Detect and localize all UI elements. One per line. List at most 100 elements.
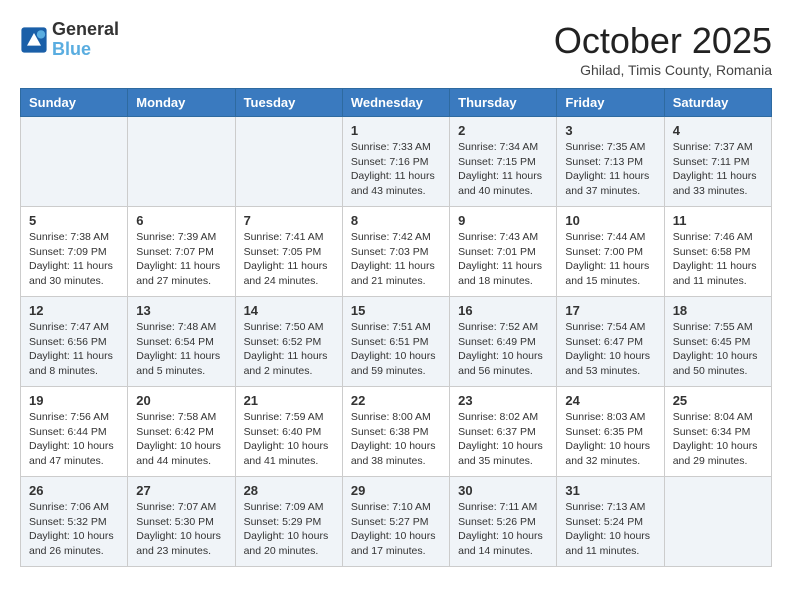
calendar-cell: 15Sunrise: 7:51 AM Sunset: 6:51 PM Dayli… bbox=[342, 297, 449, 387]
day-number: 8 bbox=[351, 213, 441, 228]
day-number: 18 bbox=[673, 303, 763, 318]
calendar-cell bbox=[235, 117, 342, 207]
logo-icon bbox=[20, 26, 48, 54]
day-number: 31 bbox=[565, 483, 655, 498]
calendar-cell: 19 Sunrise: 7:56 AM Sunset: 6:44 PM Dayli… bbox=[21, 387, 128, 477]
calendar-cell: 3Sunrise: 7:35 AM Sunset: 7:13 PM Daylig… bbox=[557, 117, 664, 207]
day-info: Sunrise: 7:55 AM Sunset: 6:45 PM Dayligh… bbox=[673, 320, 763, 379]
logo-line1: General bbox=[52, 20, 119, 40]
day-info: Sunrise: 8:00 AM Sunset: 6:38 PM Dayligh… bbox=[351, 410, 441, 469]
day-info: Sunrise: 7:06 AM Sunset: 5:32 PM Dayligh… bbox=[29, 500, 119, 559]
calendar-cell bbox=[21, 117, 128, 207]
day-number: 19 bbox=[29, 393, 119, 408]
day-number: 5 bbox=[29, 213, 119, 228]
calendar-cell: 21 Sunrise: 7:59 AM Sunset: 6:40 PM Dayli… bbox=[235, 387, 342, 477]
day-number: 17 bbox=[565, 303, 655, 318]
day-info: Sunrise: 8:03 AM Sunset: 6:35 PM Dayligh… bbox=[565, 410, 655, 469]
calendar-cell: 17Sunrise: 7:54 AM Sunset: 6:47 PM Dayli… bbox=[557, 297, 664, 387]
day-info: Sunrise: 7:46 AM Sunset: 6:58 PM Dayligh… bbox=[673, 230, 763, 289]
day-number: 25 bbox=[673, 393, 763, 408]
calendar-cell: 11 Sunrise: 7:46 AM Sunset: 6:58 PM Dayli… bbox=[664, 207, 771, 297]
calendar-cell: 23Sunrise: 8:02 AM Sunset: 6:37 PM Dayli… bbox=[450, 387, 557, 477]
day-number: 28 bbox=[244, 483, 334, 498]
title-block: October 2025 Ghilad, Timis County, Roman… bbox=[554, 20, 772, 78]
weekday-header-saturday: Saturday bbox=[664, 89, 771, 117]
day-info: Sunrise: 7:11 AM Sunset: 5:26 PM Dayligh… bbox=[458, 500, 548, 559]
calendar-cell: 12 Sunrise: 7:47 AM Sunset: 6:56 PM Dayli… bbox=[21, 297, 128, 387]
day-number: 29 bbox=[351, 483, 441, 498]
calendar-cell bbox=[128, 117, 235, 207]
calendar-cell: 1 Sunrise: 7:33 AM Sunset: 7:16 PM Daylig… bbox=[342, 117, 449, 207]
day-info: Sunrise: 7:39 AM Sunset: 7:07 PM Dayligh… bbox=[136, 230, 226, 289]
logo-line2: Blue bbox=[52, 40, 119, 60]
calendar-cell: 14 Sunrise: 7:50 AM Sunset: 6:52 PM Dayli… bbox=[235, 297, 342, 387]
weekday-header-monday: Monday bbox=[128, 89, 235, 117]
day-info: Sunrise: 7:09 AM Sunset: 5:29 PM Dayligh… bbox=[244, 500, 334, 559]
day-number: 16 bbox=[458, 303, 548, 318]
day-info: Sunrise: 7:43 AM Sunset: 7:01 PM Dayligh… bbox=[458, 230, 548, 289]
day-info: Sunrise: 7:07 AM Sunset: 5:30 PM Dayligh… bbox=[136, 500, 226, 559]
day-info: Sunrise: 7:33 AM Sunset: 7:16 PM Dayligh… bbox=[351, 140, 441, 199]
calendar-week-row: 19 Sunrise: 7:56 AM Sunset: 6:44 PM Dayli… bbox=[21, 387, 772, 477]
day-info: Sunrise: 7:52 AM Sunset: 6:49 PM Dayligh… bbox=[458, 320, 548, 379]
day-info: Sunrise: 7:44 AM Sunset: 7:00 PM Dayligh… bbox=[565, 230, 655, 289]
day-number: 20 bbox=[136, 393, 226, 408]
day-info: Sunrise: 7:42 AM Sunset: 7:03 PM Dayligh… bbox=[351, 230, 441, 289]
day-number: 12 bbox=[29, 303, 119, 318]
day-info: Sunrise: 7:58 AM Sunset: 6:42 PM Dayligh… bbox=[136, 410, 226, 469]
day-info: Sunrise: 7:59 AM Sunset: 6:40 PM Dayligh… bbox=[244, 410, 334, 469]
calendar-week-row: 5Sunrise: 7:38 AM Sunset: 7:09 PM Daylig… bbox=[21, 207, 772, 297]
calendar-cell: 7Sunrise: 7:41 AM Sunset: 7:05 PM Daylig… bbox=[235, 207, 342, 297]
day-info: Sunrise: 8:04 AM Sunset: 6:34 PM Dayligh… bbox=[673, 410, 763, 469]
calendar-cell: 26Sunrise: 7:06 AM Sunset: 5:32 PM Dayli… bbox=[21, 477, 128, 567]
weekday-header-friday: Friday bbox=[557, 89, 664, 117]
day-info: Sunrise: 7:48 AM Sunset: 6:54 PM Dayligh… bbox=[136, 320, 226, 379]
day-number: 21 bbox=[244, 393, 334, 408]
day-number: 1 bbox=[351, 123, 441, 138]
day-info: Sunrise: 7:34 AM Sunset: 7:15 PM Dayligh… bbox=[458, 140, 548, 199]
day-info: Sunrise: 7:13 AM Sunset: 5:24 PM Dayligh… bbox=[565, 500, 655, 559]
day-info: Sunrise: 7:47 AM Sunset: 6:56 PM Dayligh… bbox=[29, 320, 119, 379]
calendar-table: SundayMondayTuesdayWednesdayThursdayFrid… bbox=[20, 88, 772, 567]
calendar-week-row: 12 Sunrise: 7:47 AM Sunset: 6:56 PM Dayli… bbox=[21, 297, 772, 387]
day-number: 14 bbox=[244, 303, 334, 318]
day-number: 13 bbox=[136, 303, 226, 318]
day-number: 24 bbox=[565, 393, 655, 408]
calendar-cell: 22 Sunrise: 8:00 AM Sunset: 6:38 PM Dayli… bbox=[342, 387, 449, 477]
logo: General Blue bbox=[20, 20, 119, 60]
calendar-cell: 18 Sunrise: 7:55 AM Sunset: 6:45 PM Dayli… bbox=[664, 297, 771, 387]
day-number: 11 bbox=[673, 213, 763, 228]
calendar-cell: 8 Sunrise: 7:42 AM Sunset: 7:03 PM Daylig… bbox=[342, 207, 449, 297]
weekday-header-thursday: Thursday bbox=[450, 89, 557, 117]
day-info: Sunrise: 8:02 AM Sunset: 6:37 PM Dayligh… bbox=[458, 410, 548, 469]
calendar-cell: 9Sunrise: 7:43 AM Sunset: 7:01 PM Daylig… bbox=[450, 207, 557, 297]
calendar-cell bbox=[664, 477, 771, 567]
weekday-header-tuesday: Tuesday bbox=[235, 89, 342, 117]
month-title: October 2025 bbox=[554, 20, 772, 62]
day-number: 27 bbox=[136, 483, 226, 498]
day-info: Sunrise: 7:10 AM Sunset: 5:27 PM Dayligh… bbox=[351, 500, 441, 559]
calendar-cell: 20 Sunrise: 7:58 AM Sunset: 6:42 PM Dayli… bbox=[128, 387, 235, 477]
day-info: Sunrise: 7:50 AM Sunset: 6:52 PM Dayligh… bbox=[244, 320, 334, 379]
calendar-cell: 13 Sunrise: 7:48 AM Sunset: 6:54 PM Dayli… bbox=[128, 297, 235, 387]
day-number: 22 bbox=[351, 393, 441, 408]
day-number: 4 bbox=[673, 123, 763, 138]
calendar-cell: 30 Sunrise: 7:11 AM Sunset: 5:26 PM Dayli… bbox=[450, 477, 557, 567]
location-subtitle: Ghilad, Timis County, Romania bbox=[554, 62, 772, 78]
calendar-week-row: 26Sunrise: 7:06 AM Sunset: 5:32 PM Dayli… bbox=[21, 477, 772, 567]
calendar-cell: 24 Sunrise: 8:03 AM Sunset: 6:35 PM Dayli… bbox=[557, 387, 664, 477]
calendar-cell: 29 Sunrise: 7:10 AM Sunset: 5:27 PM Dayli… bbox=[342, 477, 449, 567]
calendar-cell: 2Sunrise: 7:34 AM Sunset: 7:15 PM Daylig… bbox=[450, 117, 557, 207]
weekday-header-wednesday: Wednesday bbox=[342, 89, 449, 117]
calendar-cell: 5Sunrise: 7:38 AM Sunset: 7:09 PM Daylig… bbox=[21, 207, 128, 297]
weekday-header-row: SundayMondayTuesdayWednesdayThursdayFrid… bbox=[21, 89, 772, 117]
day-number: 15 bbox=[351, 303, 441, 318]
calendar-cell: 10 Sunrise: 7:44 AM Sunset: 7:00 PM Dayli… bbox=[557, 207, 664, 297]
day-number: 30 bbox=[458, 483, 548, 498]
page-header: General Blue October 2025 Ghilad, Timis … bbox=[20, 20, 772, 78]
day-number: 10 bbox=[565, 213, 655, 228]
calendar-cell: 16 Sunrise: 7:52 AM Sunset: 6:49 PM Dayli… bbox=[450, 297, 557, 387]
calendar-cell: 25 Sunrise: 8:04 AM Sunset: 6:34 PM Dayli… bbox=[664, 387, 771, 477]
calendar-cell: 27 Sunrise: 7:07 AM Sunset: 5:30 PM Dayli… bbox=[128, 477, 235, 567]
day-info: Sunrise: 7:56 AM Sunset: 6:44 PM Dayligh… bbox=[29, 410, 119, 469]
